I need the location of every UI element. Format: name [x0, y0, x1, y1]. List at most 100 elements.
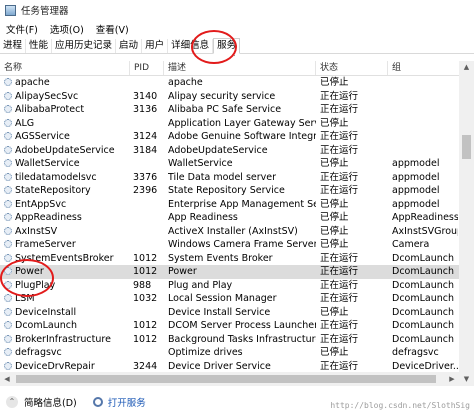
service-pid: 1012: [133, 252, 158, 264]
scroll-up-arrow-icon[interactable]: ▲: [459, 61, 474, 74]
service-status: 已停止: [320, 306, 349, 318]
tab-services[interactable]: 服务: [213, 38, 241, 54]
tab-details[interactable]: 详细信息: [168, 39, 214, 53]
service-status: 正在运行: [320, 293, 359, 304]
menu-options[interactable]: 选项(O): [50, 22, 84, 36]
service-description: Plug and Play: [168, 279, 233, 291]
table-row[interactable]: tiledatamodelsvc 3376 Tile Data model serv…: [0, 171, 459, 185]
service-group: DcomLaunch: [392, 333, 455, 345]
menu-view[interactable]: 查看(V): [96, 22, 129, 36]
service-name: tiledatamodelsvc: [4, 171, 130, 185]
table-row[interactable]: LSM 1032 Local Session Manager 正在运行 DcomLaun…: [0, 292, 459, 306]
service-description: Application Layer Gateway Service: [168, 117, 316, 129]
menu-file[interactable]: 文件(F): [6, 22, 38, 36]
service-description: AdobeUpdateService: [168, 144, 268, 156]
chevron-up-icon[interactable]: ⌃: [6, 395, 18, 408]
scroll-left-arrow-icon[interactable]: ◀: [0, 372, 14, 386]
scroll-down-arrow-icon[interactable]: ▼: [459, 373, 474, 386]
service-name: AxInstSV: [4, 225, 130, 239]
service-gear-icon: [4, 199, 12, 208]
service-pid: 1012: [133, 333, 158, 345]
service-name: AGSService: [4, 130, 130, 144]
table-row[interactable]: DeviceInstall Device Install Service 已停止 Dc…: [0, 306, 459, 320]
service-group: DeviceDriver...: [392, 360, 458, 372]
table-row[interactable]: AGSService 3124 Adobe Genuine Software Int…: [0, 130, 459, 144]
table-row[interactable]: PlugPlay 988 Plug and Play 正在运行 DcomLaunch: [0, 279, 459, 293]
service-description: Alipay security service: [168, 90, 276, 102]
service-gear-icon: [4, 132, 12, 140]
table-row[interactable]: DcomLaunch 1012 DCOM Server Process Launch…: [0, 319, 459, 333]
window-title: 任务管理器: [21, 6, 69, 17]
vertical-scrollbar[interactable]: ▲ ▼: [459, 61, 474, 386]
table-row[interactable]: AdobeUpdateService 3184 AdobeUpdateService…: [0, 144, 459, 158]
service-name-text: AlibabaProtect: [15, 104, 85, 115]
service-name-text: ALG: [15, 117, 35, 129]
tab-startup[interactable]: 启动: [116, 39, 143, 53]
service-name: DeviceInstall: [4, 306, 130, 320]
table-row[interactable]: EntAppSvc Enterprise App Management Serv.…: [0, 198, 459, 212]
column-name-header[interactable]: 名称: [0, 61, 130, 75]
service-status: 已停止: [320, 117, 349, 129]
column-pid-header[interactable]: PID: [130, 61, 164, 75]
service-status: 已停止: [320, 212, 349, 223]
service-description: Tile Data model server: [168, 171, 277, 183]
service-group: AppReadiness: [392, 212, 458, 223]
service-name-text: FrameServer: [15, 239, 76, 250]
table-row[interactable]: AlipaySecSvc 3140 Alipay security service 正…: [0, 90, 459, 104]
column-group-header[interactable]: 组: [388, 61, 459, 75]
service-pid: 3376: [133, 171, 158, 183]
table-row[interactable]: AlibabaProtect 3136 Alibaba PC Safe Servic…: [0, 103, 459, 117]
service-status: 正在运行: [320, 252, 359, 264]
service-status: 正在运行: [320, 360, 359, 372]
table-row[interactable]: DeviceDrvRepair 3244 Device Driver Service…: [0, 360, 459, 374]
scroll-right-arrow-icon[interactable]: ▶: [445, 372, 459, 386]
tab-strip: 进程 性能 应用历史记录 启动 用户 详细信息 服务: [0, 37, 474, 54]
service-gear-icon: [4, 78, 12, 86]
service-name-text: AppReadiness: [15, 212, 82, 223]
service-description: Device Driver Service: [168, 360, 271, 372]
column-status-header[interactable]: 状态: [316, 61, 388, 75]
service-description: App Readiness: [168, 212, 238, 223]
service-status: 正在运行: [320, 104, 359, 115]
tab-users[interactable]: 用户: [142, 39, 169, 53]
table-row[interactable]: Power 1012 Power 正在运行 DcomLaunch: [0, 265, 459, 279]
service-name: FrameServer: [4, 238, 130, 252]
tab-performance[interactable]: 性能: [26, 39, 53, 53]
horizontal-scroll-thumb[interactable]: [16, 375, 436, 383]
service-group: DcomLaunch: [392, 266, 455, 277]
service-name: AlibabaProtect: [4, 103, 130, 117]
fewer-details-button[interactable]: 简略信息(D): [24, 395, 77, 409]
open-services-link[interactable]: 打开服务: [108, 395, 146, 409]
table-row[interactable]: SystemEventsBroker 1012 System Events Brok…: [0, 252, 459, 266]
column-description-header[interactable]: 描述: [164, 61, 316, 75]
table-row[interactable]: defragsvc Optimize drives 已停止 defragsvc: [0, 346, 459, 360]
tab-processes[interactable]: 进程: [0, 39, 27, 53]
service-gear-icon: [4, 118, 12, 127]
table-row[interactable]: WalletService WalletService 已停止 appmodel: [0, 157, 459, 171]
table-row[interactable]: BrokerInfrastructure 1012 Background Tasks…: [0, 333, 459, 347]
service-group: DcomLaunch: [392, 279, 455, 291]
table-row[interactable]: apache apache 已停止: [0, 76, 459, 90]
table-row[interactable]: StateRepository 2396 State Repository Serv…: [0, 184, 459, 198]
table-row[interactable]: AppReadiness App Readiness 已停止 AppReadiness: [0, 211, 459, 225]
service-name: defragsvc: [4, 346, 130, 360]
service-group: appmodel: [392, 158, 440, 169]
table-row[interactable]: AxInstSV ActiveX Installer (AxInstSV) 已停止 A…: [0, 225, 459, 239]
service-group: DcomLaunch: [392, 293, 455, 304]
table-row[interactable]: ALG Application Layer Gateway Service 已停止: [0, 117, 459, 131]
service-description: Adobe Genuine Software Integrit...: [168, 131, 316, 142]
watermark: http://blog.csdn.net/SlothSig: [330, 401, 470, 410]
tab-app-history[interactable]: 应用历史记录: [52, 39, 117, 53]
service-name-text: tiledatamodelsvc: [15, 171, 97, 183]
service-pid: 3184: [133, 144, 158, 156]
service-status: 正在运行: [320, 333, 359, 345]
service-gear-icon: [4, 186, 12, 194]
service-description: apache: [168, 77, 203, 88]
service-name-text: AxInstSV: [15, 225, 58, 237]
service-name: DcomLaunch: [4, 319, 130, 333]
horizontal-scrollbar[interactable]: ◀ ▶: [0, 372, 459, 386]
service-name-text: apache: [15, 77, 50, 88]
table-row[interactable]: FrameServer Windows Camera Frame Server 已停…: [0, 238, 459, 252]
vertical-scroll-thumb[interactable]: [462, 135, 471, 159]
service-group: DcomLaunch: [392, 252, 455, 264]
